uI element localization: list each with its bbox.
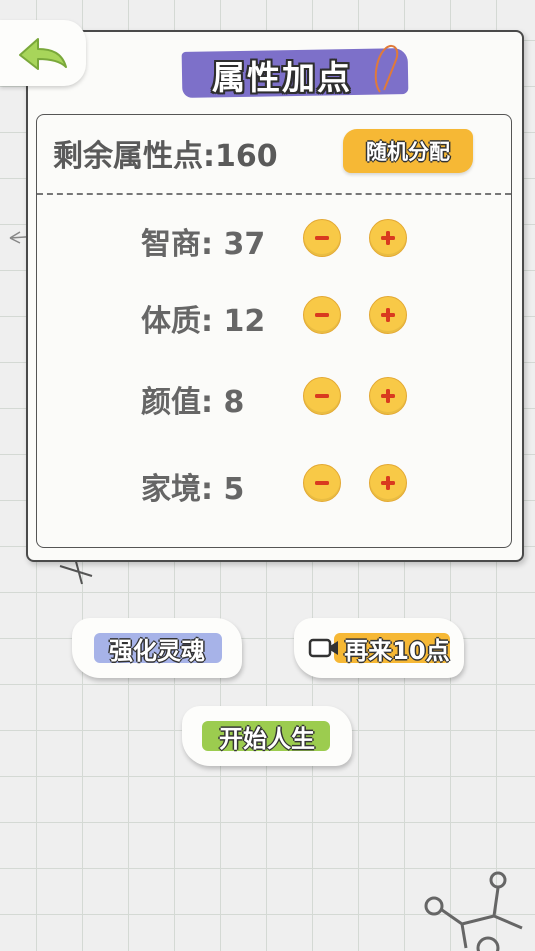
attribute-colon: : [201, 472, 213, 507]
more-points-label: 再来10点 [344, 636, 450, 665]
plus-icon [381, 308, 395, 322]
increase-button[interactable] [369, 296, 407, 334]
start-life-button[interactable]: 开始人生 [182, 706, 352, 766]
attribute-colon: : [201, 304, 213, 339]
remaining-points: 剩余属性点:160 [53, 131, 278, 175]
arrow-back-icon [19, 38, 67, 70]
random-assign-button[interactable]: 随机分配 [343, 129, 473, 173]
decrease-button[interactable] [303, 464, 341, 502]
start-life-label: 开始人生 [219, 724, 315, 753]
attribute-label: 颜值: 8 [141, 377, 244, 421]
attribute-value: 37 [223, 227, 266, 262]
minus-icon [315, 481, 329, 485]
plus-icon [381, 389, 395, 403]
minus-icon [315, 313, 329, 317]
increase-button[interactable] [369, 377, 407, 415]
attribute-box: 剩余属性点:160 随机分配 智商: 37 体质: 12 颜值: 8 家境: 5 [36, 114, 512, 548]
attribute-row-family: 家境: 5 [37, 458, 511, 508]
more-points-button[interactable]: 再来10点 [294, 618, 464, 678]
attribute-label: 智商: 37 [141, 219, 265, 263]
attribute-colon: : [201, 227, 213, 262]
molecule-doodle [424, 871, 523, 951]
back-button[interactable] [0, 20, 86, 86]
paperclip-icon [374, 44, 399, 93]
remaining-points-colon: : [203, 139, 215, 174]
more-points-content: 再来10点 [308, 631, 450, 666]
attribute-row-appearance: 颜值: 8 [37, 371, 511, 421]
attribute-row-intelligence: 智商: 37 [37, 213, 511, 263]
minus-icon [315, 394, 329, 398]
remaining-points-value: 160 [215, 139, 278, 174]
increase-button[interactable] [369, 464, 407, 502]
attribute-name: 智商 [141, 227, 201, 262]
divider [37, 193, 511, 195]
video-icon [309, 638, 339, 658]
attribute-value: 8 [223, 385, 245, 420]
attribute-label: 家境: 5 [141, 464, 244, 508]
attribute-row-constitution: 体质: 12 [37, 290, 511, 340]
attribute-name: 体质 [141, 304, 201, 339]
increase-button[interactable] [369, 219, 407, 257]
attribute-name: 颜值 [141, 385, 201, 420]
attribute-name: 家境 [141, 472, 201, 507]
plus-icon [381, 476, 395, 490]
plus-icon [381, 231, 395, 245]
minus-icon [315, 236, 329, 240]
attribute-value: 5 [223, 472, 245, 507]
strengthen-soul-label: 强化灵魂 [109, 636, 205, 665]
attribute-panel: 属性加点 剩余属性点:160 随机分配 智商: 37 体质: 12 颜值: 8 … [26, 30, 524, 562]
attribute-value: 12 [223, 304, 266, 339]
title-banner: 属性加点 [181, 42, 409, 102]
attribute-label: 体质: 12 [141, 296, 265, 340]
decrease-button[interactable] [303, 296, 341, 334]
remaining-points-label: 剩余属性点 [53, 139, 203, 174]
decrease-button[interactable] [303, 219, 341, 257]
decrease-button[interactable] [303, 377, 341, 415]
strengthen-soul-button[interactable]: 强化灵魂 [72, 618, 242, 678]
attribute-colon: : [201, 385, 213, 420]
page-title: 属性加点 [212, 58, 352, 97]
